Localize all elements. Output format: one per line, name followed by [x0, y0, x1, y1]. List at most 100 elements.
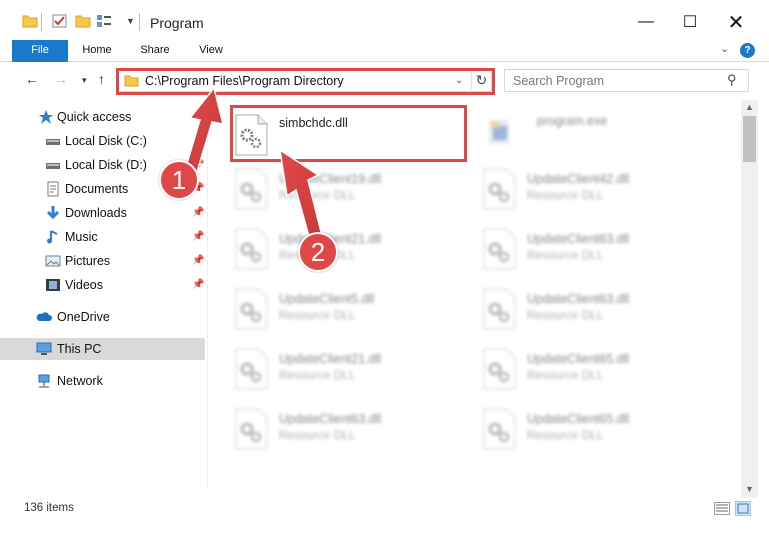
quick-access-dropdown-icon[interactable]: ▼ — [126, 16, 135, 26]
cloud-icon — [36, 312, 52, 321]
search-icon[interactable]: ⚲ — [727, 72, 737, 88]
file-item[interactable]: UpdateClient63.dll Resource DLL — [233, 404, 473, 454]
scroll-down-icon[interactable]: ▼ — [745, 484, 754, 494]
file-type: Resource DLL — [527, 428, 604, 442]
file-type: Resource DLL — [527, 368, 604, 382]
search-box[interactable]: Search Program ⚲ — [504, 69, 749, 92]
file-item[interactable]: UpdateClient65.dll Resource DLL — [481, 344, 721, 394]
dll-gear-icon — [235, 228, 268, 270]
file-item[interactable]: UpdateClient63.dll Resource DLL — [481, 284, 721, 334]
file-name: UpdateClient63.dll — [527, 232, 630, 246]
status-bar: 136 items — [0, 498, 769, 520]
dll-gear-icon — [235, 348, 268, 390]
sidebar-item-pictures[interactable]: Pictures 📌 — [0, 250, 205, 272]
drive-icon — [46, 139, 60, 145]
sidebar-item-quick-access[interactable]: Quick access — [0, 106, 205, 128]
dll-gear-icon — [483, 228, 516, 270]
file-name: UpdateClient42.dll — [527, 172, 630, 186]
sidebar-item-music[interactable]: Music 📌 — [0, 226, 205, 248]
file-type: Resource DLL — [279, 308, 356, 322]
search-input[interactable]: Search Program — [513, 74, 604, 88]
maximize-button[interactable]: ☐ — [678, 10, 702, 34]
sidebar-item-label: Videos — [65, 278, 103, 292]
music-icon — [47, 230, 58, 244]
file-item[interactable]: UpdateClient42.dll Resource DLL — [481, 164, 721, 214]
computer-icon — [36, 342, 52, 355]
file-item[interactable]: UpdateClient19.dll Resource DLL — [233, 164, 473, 214]
sidebar-item-label: This PC — [57, 342, 102, 356]
documents-icon — [47, 181, 59, 197]
file-type: Resource DLL — [527, 188, 604, 202]
ribbon-tabs: File Home Share View ⌄ ? — [0, 40, 769, 62]
pin-icon[interactable]: 📌 — [192, 231, 204, 242]
file-item[interactable]: UpdateClient21.dll Resource DLL — [233, 344, 473, 394]
large-icons-view-icon[interactable] — [735, 501, 751, 516]
file-name: UpdateClient5.dll — [279, 292, 375, 306]
title-bar: ▼ Program — ☐ ✕ — [0, 0, 769, 40]
address-highlight-box — [116, 68, 495, 95]
back-arrow-icon[interactable]: ← — [25, 71, 39, 87]
sidebar-item-label: Local Disk (D:) — [65, 158, 147, 172]
window-bottom-edge — [0, 520, 769, 535]
details-view-icon[interactable] — [714, 502, 730, 515]
scrollbar-thumb[interactable] — [743, 116, 756, 162]
sidebar-item-local-disk-c[interactable]: Local Disk (C:) — [0, 130, 205, 152]
pin-icon[interactable]: 📌 — [192, 255, 204, 266]
file-type: Resource DLL — [527, 248, 604, 262]
step-1-callout: 1 — [159, 160, 199, 200]
up-arrow-icon[interactable]: ↑ — [98, 71, 105, 87]
file-type: Resource DLL — [279, 368, 356, 382]
file-type: Resource DLL — [279, 188, 356, 202]
help-icon[interactable]: ? — [740, 43, 755, 58]
tab-share[interactable]: Share — [132, 40, 178, 62]
network-icon — [38, 374, 50, 388]
sidebar-item-label: OneDrive — [57, 310, 110, 324]
forward-arrow-icon[interactable]: → — [54, 71, 68, 87]
drive-icon — [46, 163, 60, 169]
vertical-scrollbar[interactable]: ▲ ▼ — [741, 100, 758, 498]
tab-file[interactable]: File — [12, 40, 68, 62]
scroll-up-icon[interactable]: ▲ — [745, 102, 754, 112]
new-folder-icon[interactable] — [75, 14, 91, 28]
recent-locations-icon[interactable]: ▾ — [82, 75, 87, 86]
file-item[interactable]: UpdateClient65.dll Resource DLL — [481, 404, 721, 454]
pin-icon[interactable]: 📌 — [192, 279, 204, 290]
chevron-down-icon[interactable]: ⌄ — [720, 42, 729, 55]
sidebar-item-downloads[interactable]: Downloads 📌 — [0, 202, 205, 224]
dll-gear-icon — [235, 168, 268, 210]
file-name: UpdateClient19.dll — [279, 172, 382, 186]
dll-gear-icon — [235, 408, 268, 450]
sidebar-item-network[interactable]: Network — [0, 370, 205, 392]
sidebar-item-label: Documents — [65, 182, 129, 196]
sidebar-item-videos[interactable]: Videos 📌 — [0, 274, 205, 296]
close-button[interactable]: ✕ — [724, 10, 748, 34]
file-item[interactable]: UpdateClient21.dll Resource DLL — [233, 224, 473, 274]
file-item[interactable]: UpdateClient5.dll Resource DLL — [233, 284, 473, 334]
dll-gear-icon — [483, 288, 516, 330]
file-type: Resource DLL — [279, 428, 356, 442]
pin-icon[interactable]: 📌 — [192, 207, 204, 218]
file-name: UpdateClient63.dll — [527, 292, 630, 306]
tab-view[interactable]: View — [190, 40, 232, 62]
minimize-button[interactable]: — — [634, 10, 658, 34]
application-icon — [489, 120, 509, 144]
sidebar-item-label: Local Disk (C:) — [65, 134, 147, 148]
file-name: UpdateClient65.dll — [527, 412, 630, 426]
file-name: UpdateClient63.dll — [279, 412, 382, 426]
item-count: 136 items — [24, 502, 74, 514]
sidebar-item-label: Music — [65, 230, 98, 244]
videos-icon — [46, 279, 60, 291]
file-name: program.exe — [537, 114, 608, 128]
customize-icon[interactable] — [96, 14, 112, 28]
dll-gear-icon — [483, 348, 516, 390]
file-item[interactable]: UpdateClient63.dll Resource DLL — [481, 224, 721, 274]
tab-home[interactable]: Home — [74, 40, 120, 62]
folder-icon[interactable] — [22, 14, 38, 28]
sidebar-item-onedrive[interactable]: OneDrive — [0, 306, 205, 328]
window-title: Program — [150, 15, 204, 31]
sidebar-item-this-pc[interactable]: This PC — [0, 338, 205, 360]
file-item-program-exe[interactable]: program.exe — [483, 106, 723, 156]
properties-check-icon[interactable] — [52, 14, 68, 28]
toolbar-divider — [139, 13, 140, 31]
dll-gear-icon — [483, 168, 516, 210]
